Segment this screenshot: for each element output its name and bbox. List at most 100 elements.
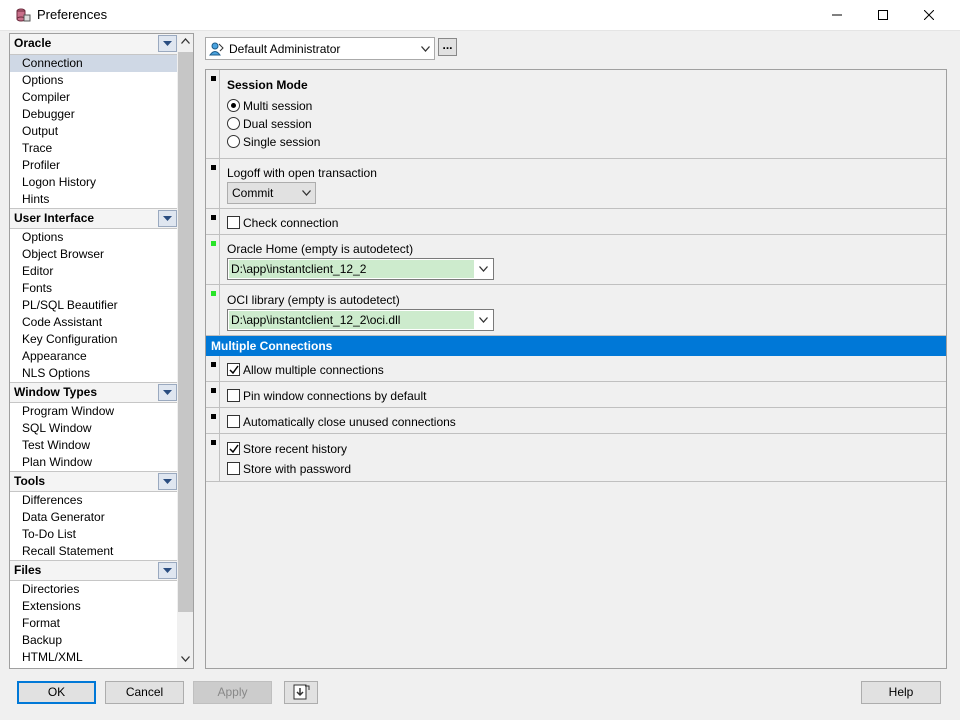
- settings-panel: Session Mode Multi session Dual session …: [205, 69, 947, 669]
- sidebar-item-data-generator[interactable]: Data Generator: [10, 509, 177, 526]
- sidebar-item-todo-list[interactable]: To-Do List: [10, 526, 177, 543]
- allow-multiple-section: Allow multiple connections: [206, 356, 946, 382]
- collapse-button[interactable]: [158, 562, 177, 579]
- sidebar-item-extensions[interactable]: Extensions: [10, 598, 177, 615]
- sidebar-item-html-xml[interactable]: HTML/XML: [10, 649, 177, 666]
- sidebar-item-output[interactable]: Output: [10, 123, 177, 140]
- database-icon: [16, 8, 31, 22]
- sidebar-item-format[interactable]: Format: [10, 615, 177, 632]
- group-files[interactable]: Files: [10, 560, 177, 581]
- sidebar-item-logon-history[interactable]: Logon History: [10, 174, 177, 191]
- sidebar-item-key-configuration[interactable]: Key Configuration: [10, 331, 177, 348]
- store-history-label[interactable]: Store recent history: [243, 442, 347, 456]
- group-label: Oracle: [14, 36, 52, 50]
- logoff-value: Commit: [232, 186, 274, 200]
- ok-button[interactable]: OK: [17, 681, 96, 704]
- sidebar-item-code-assistant[interactable]: Code Assistant: [10, 314, 177, 331]
- apply-button[interactable]: Apply: [193, 681, 272, 704]
- preferences-tree: Oracle Connection Options Compiler Debug…: [9, 33, 194, 669]
- oracle-home-value: D:\app\instantclient_12_2: [231, 262, 367, 276]
- sidebar-item-hints[interactable]: Hints: [10, 191, 177, 208]
- store-password-label[interactable]: Store with password: [243, 462, 351, 476]
- group-label: Tools: [14, 474, 46, 488]
- sidebar-item-object-browser[interactable]: Object Browser: [10, 246, 177, 263]
- oracle-home-section: Oracle Home (empty is autodetect) D:\app…: [206, 235, 946, 285]
- radio-multi-session[interactable]: [227, 99, 240, 112]
- radio-single-session[interactable]: [227, 135, 240, 148]
- sidebar-item-debugger[interactable]: Debugger: [10, 106, 177, 123]
- users-icon: [209, 42, 224, 56]
- sidebar-item-fonts[interactable]: Fonts: [10, 280, 177, 297]
- collapse-button[interactable]: [158, 35, 177, 52]
- group-tools[interactable]: Tools: [10, 471, 177, 492]
- scroll-up-icon[interactable]: [181, 38, 190, 44]
- check-connection-checkbox[interactable]: [227, 216, 240, 229]
- default-marker: [211, 414, 216, 419]
- sidebar-item-test-window[interactable]: Test Window: [10, 437, 177, 454]
- radio-dual-session[interactable]: [227, 117, 240, 130]
- sidebar-item-options[interactable]: Options: [10, 72, 177, 89]
- store-password-checkbox[interactable]: [227, 462, 240, 475]
- cancel-button[interactable]: Cancel: [105, 681, 184, 704]
- sidebar-item-recall-statement[interactable]: Recall Statement: [10, 543, 177, 560]
- oracle-home-combo[interactable]: D:\app\instantclient_12_2: [227, 258, 494, 280]
- minimize-button[interactable]: [814, 0, 860, 31]
- profile-more-button[interactable]: ...: [438, 38, 457, 56]
- maximize-button[interactable]: [860, 0, 906, 31]
- sidebar-item-program-window[interactable]: Program Window: [10, 403, 177, 420]
- sidebar-item-differences[interactable]: Differences: [10, 492, 177, 509]
- pin-window-label[interactable]: Pin window connections by default: [243, 389, 426, 403]
- chevron-down-icon: [479, 266, 488, 272]
- sidebar-item-trace[interactable]: Trace: [10, 140, 177, 157]
- group-window-types[interactable]: Window Types: [10, 382, 177, 403]
- group-user-interface[interactable]: User Interface: [10, 208, 177, 229]
- import-export-button[interactable]: [284, 681, 318, 704]
- collapse-button[interactable]: [158, 384, 177, 401]
- radio-single-session-label[interactable]: Single session: [243, 135, 320, 149]
- sidebar-scrollbar[interactable]: [177, 34, 193, 668]
- checkmark-icon: [229, 365, 239, 375]
- sidebar-item-backup[interactable]: Backup: [10, 632, 177, 649]
- scroll-down-icon[interactable]: [181, 656, 190, 662]
- sidebar-item-sql-window[interactable]: SQL Window: [10, 420, 177, 437]
- sidebar-item-plan-window[interactable]: Plan Window: [10, 454, 177, 471]
- radio-dual-session-label[interactable]: Dual session: [243, 117, 312, 131]
- window-title: Preferences: [37, 7, 108, 22]
- allow-multiple-label[interactable]: Allow multiple connections: [243, 363, 384, 377]
- help-button[interactable]: Help: [861, 681, 941, 704]
- collapse-button[interactable]: [158, 210, 177, 227]
- sidebar-item-compiler[interactable]: Compiler: [10, 89, 177, 106]
- oci-library-combo[interactable]: D:\app\instantclient_12_2\oci.dll: [227, 309, 494, 331]
- sidebar-item-editor[interactable]: Editor: [10, 263, 177, 280]
- allow-multiple-checkbox[interactable]: [227, 363, 240, 376]
- session-mode-title: Session Mode: [227, 78, 308, 92]
- chevron-down-icon: [163, 216, 172, 221]
- logoff-select[interactable]: Commit: [227, 182, 316, 204]
- group-label: Files: [14, 563, 42, 577]
- auto-close-checkbox[interactable]: [227, 415, 240, 428]
- radio-multi-session-label[interactable]: Multi session: [243, 99, 312, 113]
- sidebar-item-appearance[interactable]: Appearance: [10, 348, 177, 365]
- scrollbar-thumb[interactable]: [178, 52, 193, 612]
- default-marker: [211, 165, 216, 170]
- sidebar-item-plsql-beautifier[interactable]: PL/SQL Beautifier: [10, 297, 177, 314]
- sidebar-item-connection[interactable]: Connection: [10, 55, 177, 72]
- pin-window-checkbox[interactable]: [227, 389, 240, 402]
- default-marker: [211, 362, 216, 367]
- close-button[interactable]: [906, 0, 952, 31]
- logoff-label: Logoff with open transaction: [227, 166, 377, 180]
- profile-select[interactable]: Default Administrator: [205, 37, 435, 60]
- store-history-checkbox[interactable]: [227, 442, 240, 455]
- sidebar-item-profiler[interactable]: Profiler: [10, 157, 177, 174]
- sidebar-item-ui-options[interactable]: Options: [10, 229, 177, 246]
- auto-close-label[interactable]: Automatically close unused connections: [243, 415, 456, 429]
- collapse-button[interactable]: [158, 473, 177, 490]
- group-oracle[interactable]: Oracle: [10, 34, 177, 55]
- transfer-icon: [293, 684, 310, 700]
- chevron-down-icon: [302, 190, 311, 196]
- sidebar-item-nls-options[interactable]: NLS Options: [10, 365, 177, 382]
- check-connection-label[interactable]: Check connection: [243, 216, 338, 230]
- chevron-down-icon: [163, 41, 172, 46]
- oci-library-value: D:\app\instantclient_12_2\oci.dll: [231, 313, 401, 327]
- sidebar-item-directories[interactable]: Directories: [10, 581, 177, 598]
